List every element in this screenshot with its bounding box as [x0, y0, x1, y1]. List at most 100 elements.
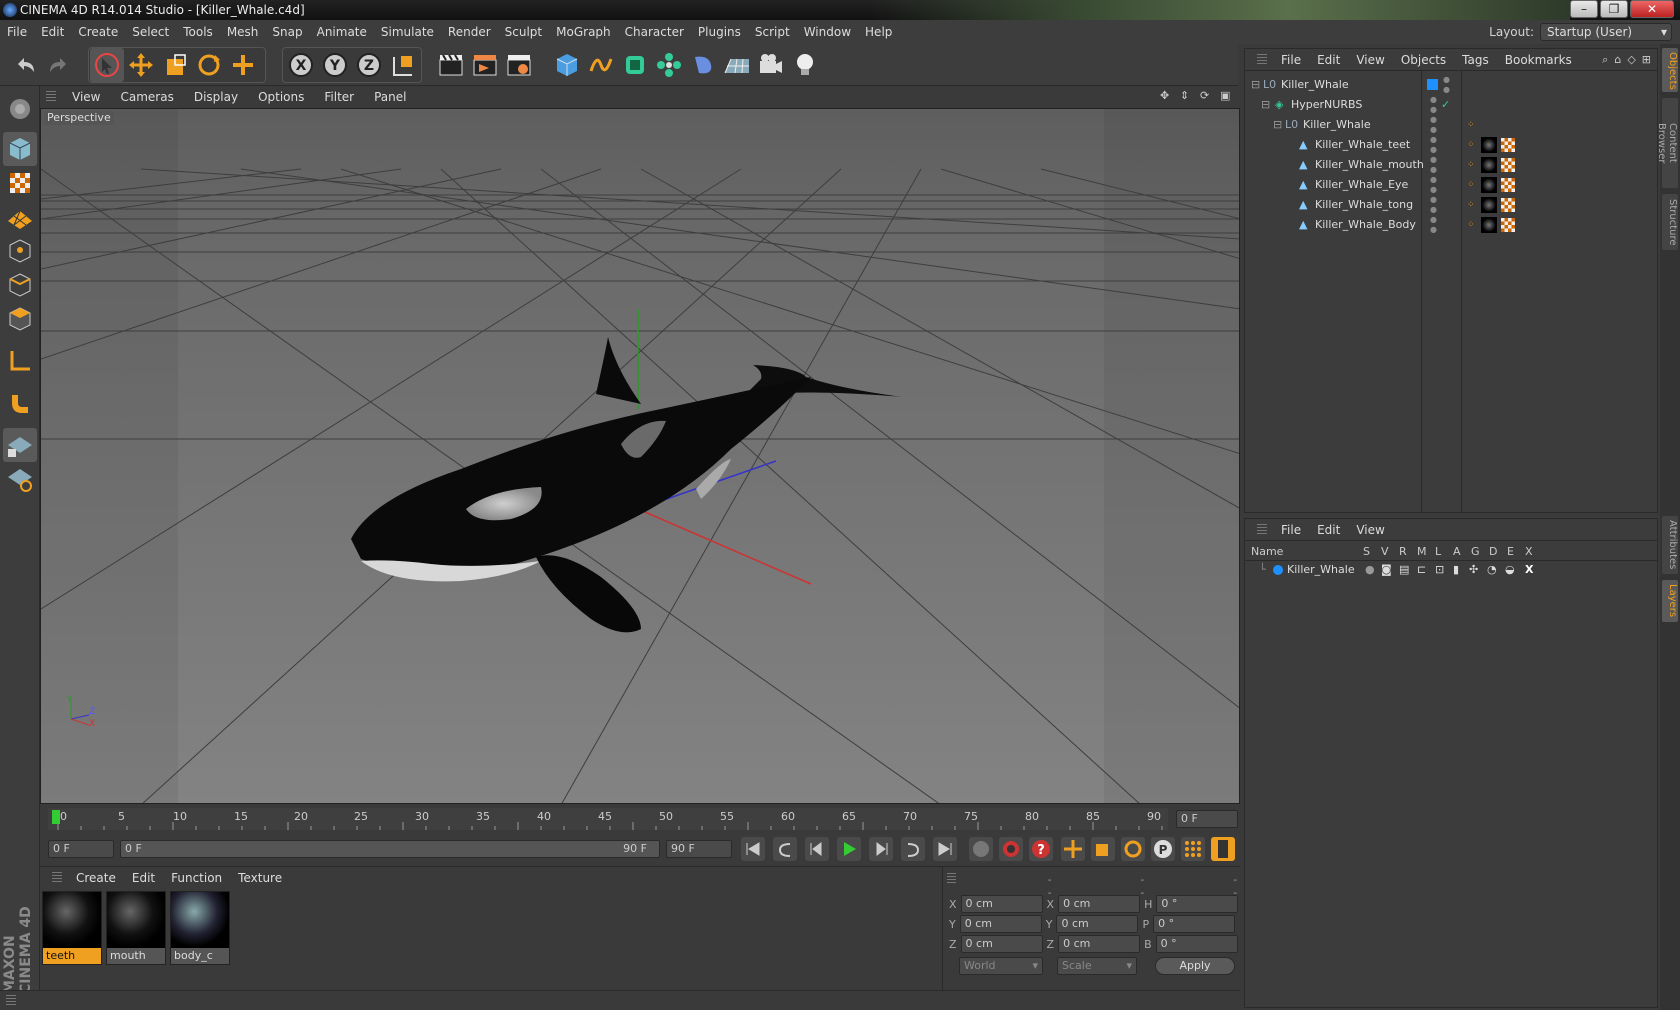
object-row[interactable]: ⊟ ◈ HyperNURBS ● ● ✓ — [1245, 95, 1639, 115]
add-cube-button[interactable] — [550, 48, 584, 82]
planar-workplane-button[interactable] — [3, 462, 37, 496]
panel-grip[interactable] — [1257, 53, 1267, 66]
viewport-menu-view[interactable]: View — [62, 90, 110, 104]
goto-start-icon[interactable] — [740, 836, 766, 862]
tab-content-browser[interactable]: Content Browser — [1656, 98, 1678, 188]
tree-expander-icon[interactable]: ⊟ — [1273, 115, 1282, 135]
add-light-button[interactable] — [788, 48, 822, 82]
solo-dot-icon[interactable]: ● — [1365, 561, 1375, 579]
auto-key-icon[interactable] — [998, 836, 1024, 862]
material-swatch[interactable]: teeth — [42, 891, 102, 965]
workplane-button[interactable] — [3, 200, 37, 234]
material-menu-edit[interactable]: Edit — [124, 871, 163, 885]
panel-grip[interactable] — [46, 91, 56, 103]
layer-column-expressions[interactable]: E — [1507, 543, 1514, 561]
polygons-mode-button[interactable] — [3, 302, 37, 336]
add-spline-button[interactable] — [584, 48, 618, 82]
layer-menu-file[interactable]: File — [1273, 523, 1309, 537]
menu-window[interactable]: Window — [797, 25, 858, 39]
uvw-tag-icon[interactable] — [1501, 138, 1515, 152]
uvw-tag-icon[interactable] — [1501, 198, 1515, 212]
snap-button[interactable] — [3, 386, 37, 420]
visibility-dots-icon[interactable]: ● ● — [1430, 135, 1437, 155]
material-tag-icon[interactable] — [1481, 217, 1497, 233]
lock-workplane-button[interactable] — [3, 428, 37, 462]
size-x-field[interactable]: 0 cm — [1058, 895, 1141, 913]
visibility-dots-icon[interactable]: ● ● — [1430, 175, 1437, 195]
render-view-button[interactable] — [434, 48, 468, 82]
timeline-ruler[interactable]: 0 5 10 15 20 25 30 35 40 45 50 55 60 65 … — [40, 804, 1240, 834]
new-manager-icon[interactable]: ⊞ — [1642, 53, 1651, 67]
record-keys-icon[interactable] — [968, 836, 994, 862]
prev-frame-icon[interactable] — [804, 836, 830, 862]
apply-button[interactable]: Apply — [1155, 957, 1235, 975]
phong-tag-icon[interactable]: ⁘ — [1467, 215, 1475, 235]
visibility-dots-icon[interactable]: ● ● — [1430, 95, 1437, 115]
tab-attributes[interactable]: Attributes — [1662, 516, 1678, 574]
menu-plugins[interactable]: Plugins — [691, 25, 748, 39]
close-button[interactable]: ✕ — [1630, 0, 1674, 18]
tree-expander-icon[interactable]: ⊟ — [1251, 75, 1260, 95]
layer-column-view[interactable]: V — [1381, 543, 1389, 561]
goto-end-icon[interactable] — [932, 836, 958, 862]
layout-dropdown[interactable]: Startup (User) ▾ — [1540, 23, 1672, 41]
add-array-button[interactable] — [652, 48, 686, 82]
material-menu-texture[interactable]: Texture — [230, 871, 290, 885]
maximize-button[interactable]: ❐ — [1600, 0, 1628, 18]
viewport-menu-display[interactable]: Display — [184, 90, 248, 104]
visibility-dots-icon[interactable]: ● ● — [1430, 195, 1437, 215]
deformers-icon[interactable]: ◔ — [1487, 561, 1497, 579]
size-z-field[interactable]: 0 cm — [1058, 935, 1141, 953]
menu-snap[interactable]: Snap — [265, 25, 309, 39]
manager-tree-icon[interactable]: ⊏ — [1417, 561, 1426, 579]
layer-column-render[interactable]: R — [1399, 543, 1407, 561]
tab-layers[interactable]: Layers — [1662, 580, 1678, 622]
rotation-b-field[interactable]: 0 ° — [1155, 935, 1238, 953]
dolly-icon[interactable]: ⇕ — [1180, 89, 1194, 103]
edges-mode-button[interactable] — [3, 268, 37, 302]
phong-tag-icon[interactable]: ⁘ — [1467, 175, 1475, 195]
phong-tag-icon[interactable]: ⁘ — [1467, 195, 1475, 215]
keyframe-help-icon[interactable]: ? — [1028, 836, 1054, 862]
redo-button[interactable] — [42, 48, 76, 82]
size-mode-dropdown[interactable]: Scale ▾ — [1057, 957, 1137, 975]
layer-menu-edit[interactable]: Edit — [1309, 523, 1348, 537]
move-tool-button[interactable] — [124, 48, 158, 82]
viewport-menu-filter[interactable]: Filter — [314, 90, 364, 104]
timeline-toggle-icon[interactable] — [1210, 836, 1236, 862]
search-icon[interactable]: ⌕ — [1602, 53, 1608, 67]
object-menu-view[interactable]: View — [1348, 53, 1392, 67]
layer-column-animation[interactable]: A — [1453, 543, 1461, 561]
enabled-check-icon[interactable]: ✓ — [1441, 95, 1450, 115]
add-floor-button[interactable] — [720, 48, 754, 82]
phong-tag-icon[interactable]: ⁘ — [1467, 135, 1475, 155]
object-menu-bookmarks[interactable]: Bookmarks — [1497, 53, 1580, 67]
lock-icon[interactable]: ⊡ — [1435, 561, 1444, 579]
coordinate-system-button[interactable] — [386, 48, 420, 82]
object-row[interactable]: ▲ Killer_Whale_Body ● ● ⁘ — [1245, 215, 1639, 235]
points-mode-button[interactable] — [3, 234, 37, 268]
menu-render[interactable]: Render — [441, 25, 498, 39]
panel-grip[interactable] — [947, 873, 956, 885]
frame-range-slider[interactable]: 0 F 90 F — [120, 840, 660, 858]
menu-help[interactable]: Help — [858, 25, 899, 39]
panel-grip[interactable] — [1257, 523, 1267, 536]
menu-mesh[interactable]: Mesh — [220, 25, 266, 39]
recent-tool-button[interactable] — [226, 48, 260, 82]
uvw-tag-icon[interactable] — [1501, 218, 1515, 232]
position-x-field[interactable]: 0 cm — [960, 895, 1043, 913]
panel-grip[interactable] — [52, 872, 62, 884]
menu-create[interactable]: Create — [71, 25, 125, 39]
menu-file[interactable]: File — [0, 25, 34, 39]
add-camera-button[interactable] — [754, 48, 788, 82]
tab-objects[interactable]: Objects — [1662, 48, 1678, 92]
object-row[interactable]: ▲ Killer_Whale_teet ● ● ⁘ — [1245, 135, 1639, 155]
menu-animate[interactable]: Animate — [310, 25, 374, 39]
position-y-field[interactable]: 0 cm — [959, 915, 1042, 933]
layer-column-name[interactable]: Name — [1251, 543, 1283, 561]
home-icon[interactable]: ⌂ — [1614, 53, 1621, 67]
object-menu-tags[interactable]: Tags — [1454, 53, 1497, 67]
layer-column-manager[interactable]: M — [1417, 543, 1427, 561]
collapse-icon[interactable]: ◇ — [1627, 53, 1635, 67]
layer-column-xref[interactable]: X — [1525, 543, 1533, 561]
